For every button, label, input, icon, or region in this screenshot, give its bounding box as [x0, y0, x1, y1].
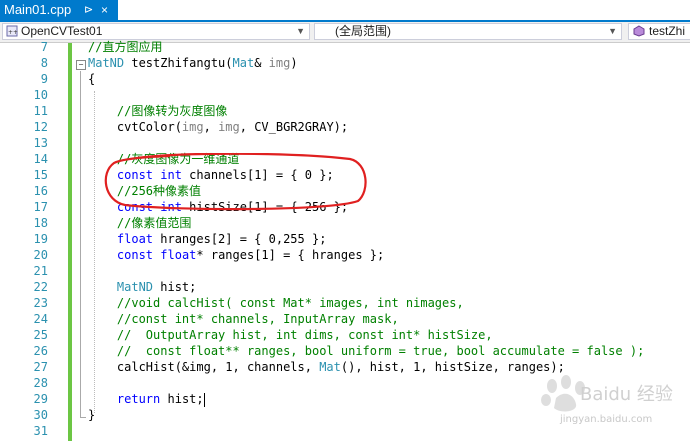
project-name: OpenCVTest01 — [21, 24, 103, 38]
code-text[interactable]: //const int* channels, InputArray mask, — [88, 311, 399, 327]
code-text[interactable]: // OutputArray hist, int dims, const int… — [88, 327, 493, 343]
code-line[interactable]: 8 MatND testZhifangtu(Mat& img) — [0, 55, 690, 71]
line-number: 16 — [33, 184, 48, 198]
line-number: 10 — [33, 88, 48, 102]
code-line[interactable]: 23 //void calcHist( const Mat* images, i… — [0, 295, 690, 311]
project-dropdown[interactable]: ++ OpenCVTest01 ▼ — [2, 23, 310, 40]
code-line[interactable]: 9{ — [0, 71, 690, 87]
line-number: 8 — [40, 56, 48, 70]
code-text[interactable]: MatND testZhifangtu(Mat& img) — [88, 55, 298, 71]
line-number: 20 — [33, 248, 48, 262]
line-number: 30 — [33, 408, 48, 422]
tab-title: Main01.cpp — [4, 2, 72, 17]
line-number: 28 — [33, 376, 48, 390]
code-line[interactable]: 26 // const float** ranges, bool uniform… — [0, 343, 690, 359]
code-text[interactable]: //像素值范围 — [88, 215, 191, 231]
code-line[interactable]: 20 const float* ranges[1] = { hranges }; — [0, 247, 690, 263]
line-number: 31 — [33, 424, 48, 438]
line-number: 21 — [33, 264, 48, 278]
svg-text:++: ++ — [8, 29, 18, 36]
code-line[interactable]: 25 // OutputArray hist, int dims, const … — [0, 327, 690, 343]
code-line[interactable]: 11 //图像转为灰度图像 — [0, 103, 690, 119]
code-text[interactable]: cvtColor(img, img, CV_BGR2GRAY); — [88, 119, 348, 135]
annotation-circle — [104, 153, 367, 211]
watermark-url: jingyan.baidu.com — [560, 414, 653, 425]
line-number: 15 — [33, 168, 48, 182]
line-number: 7 — [40, 40, 48, 54]
line-number: 25 — [33, 328, 48, 342]
member-dropdown[interactable]: testZhi — [628, 23, 690, 40]
line-number: 11 — [33, 104, 48, 118]
code-text[interactable]: //void calcHist( const Mat* images, int … — [88, 295, 464, 311]
line-number: 29 — [33, 392, 48, 406]
close-icon[interactable]: × — [101, 0, 108, 20]
line-number: 14 — [33, 152, 48, 166]
scope-dropdown[interactable]: (全局范围) ▼ — [314, 23, 622, 40]
code-text[interactable]: //直方图应用 — [88, 39, 162, 55]
line-number: 23 — [33, 296, 48, 310]
member-name: testZhi — [649, 24, 686, 38]
tab-main01-cpp[interactable]: Main01.cpp ⊳ × — [0, 0, 118, 20]
line-number: 22 — [33, 280, 48, 294]
watermark-text: Baidu 经验 — [580, 384, 673, 405]
code-line[interactable]: 7 //直方图应用 — [0, 39, 690, 55]
line-number: 12 — [33, 120, 48, 134]
code-text[interactable]: return hist; — [88, 391, 205, 407]
line-number: 9 — [40, 72, 48, 86]
line-number: 19 — [33, 232, 48, 246]
code-line[interactable]: 19 float hranges[2] = { 0,255 }; — [0, 231, 690, 247]
code-line[interactable]: 13 — [0, 135, 690, 151]
line-number: 17 — [33, 200, 48, 214]
line-number: 18 — [33, 216, 48, 230]
line-number: 13 — [33, 136, 48, 150]
code-line[interactable]: 24 //const int* channels, InputArray mas… — [0, 311, 690, 327]
scope-name: (全局范围) — [335, 24, 391, 38]
pin-icon[interactable]: ⊳ — [84, 0, 93, 20]
code-text[interactable]: const float* ranges[1] = { hranges }; — [88, 247, 384, 263]
method-icon — [633, 25, 645, 39]
code-text[interactable]: float hranges[2] = { 0,255 }; — [88, 231, 327, 247]
chevron-down-icon: ▼ — [608, 26, 617, 36]
text-cursor — [203, 392, 205, 407]
code-text[interactable]: //图像转为灰度图像 — [88, 103, 227, 119]
code-text[interactable]: } — [88, 407, 95, 423]
cpp-file-icon: ++ — [6, 25, 18, 39]
code-text[interactable]: // const float** ranges, bool uniform = … — [88, 343, 644, 359]
chevron-down-icon: ▼ — [296, 26, 305, 36]
code-line[interactable]: 21 — [0, 263, 690, 279]
code-text[interactable]: { — [88, 71, 95, 87]
code-line[interactable]: 18 //像素值范围 — [0, 215, 690, 231]
line-number: 27 — [33, 360, 48, 374]
tab-bar: Main01.cpp ⊳ × — [0, 0, 690, 22]
code-line[interactable]: 22 MatND hist; — [0, 279, 690, 295]
code-text[interactable]: MatND hist; — [88, 279, 196, 295]
code-text[interactable]: calcHist(&img, 1, channels, Mat(), hist,… — [88, 359, 565, 375]
code-line[interactable]: 10 — [0, 87, 690, 103]
line-number: 24 — [33, 312, 48, 326]
code-line[interactable]: 12 cvtColor(img, img, CV_BGR2GRAY); — [0, 119, 690, 135]
line-number: 26 — [33, 344, 48, 358]
